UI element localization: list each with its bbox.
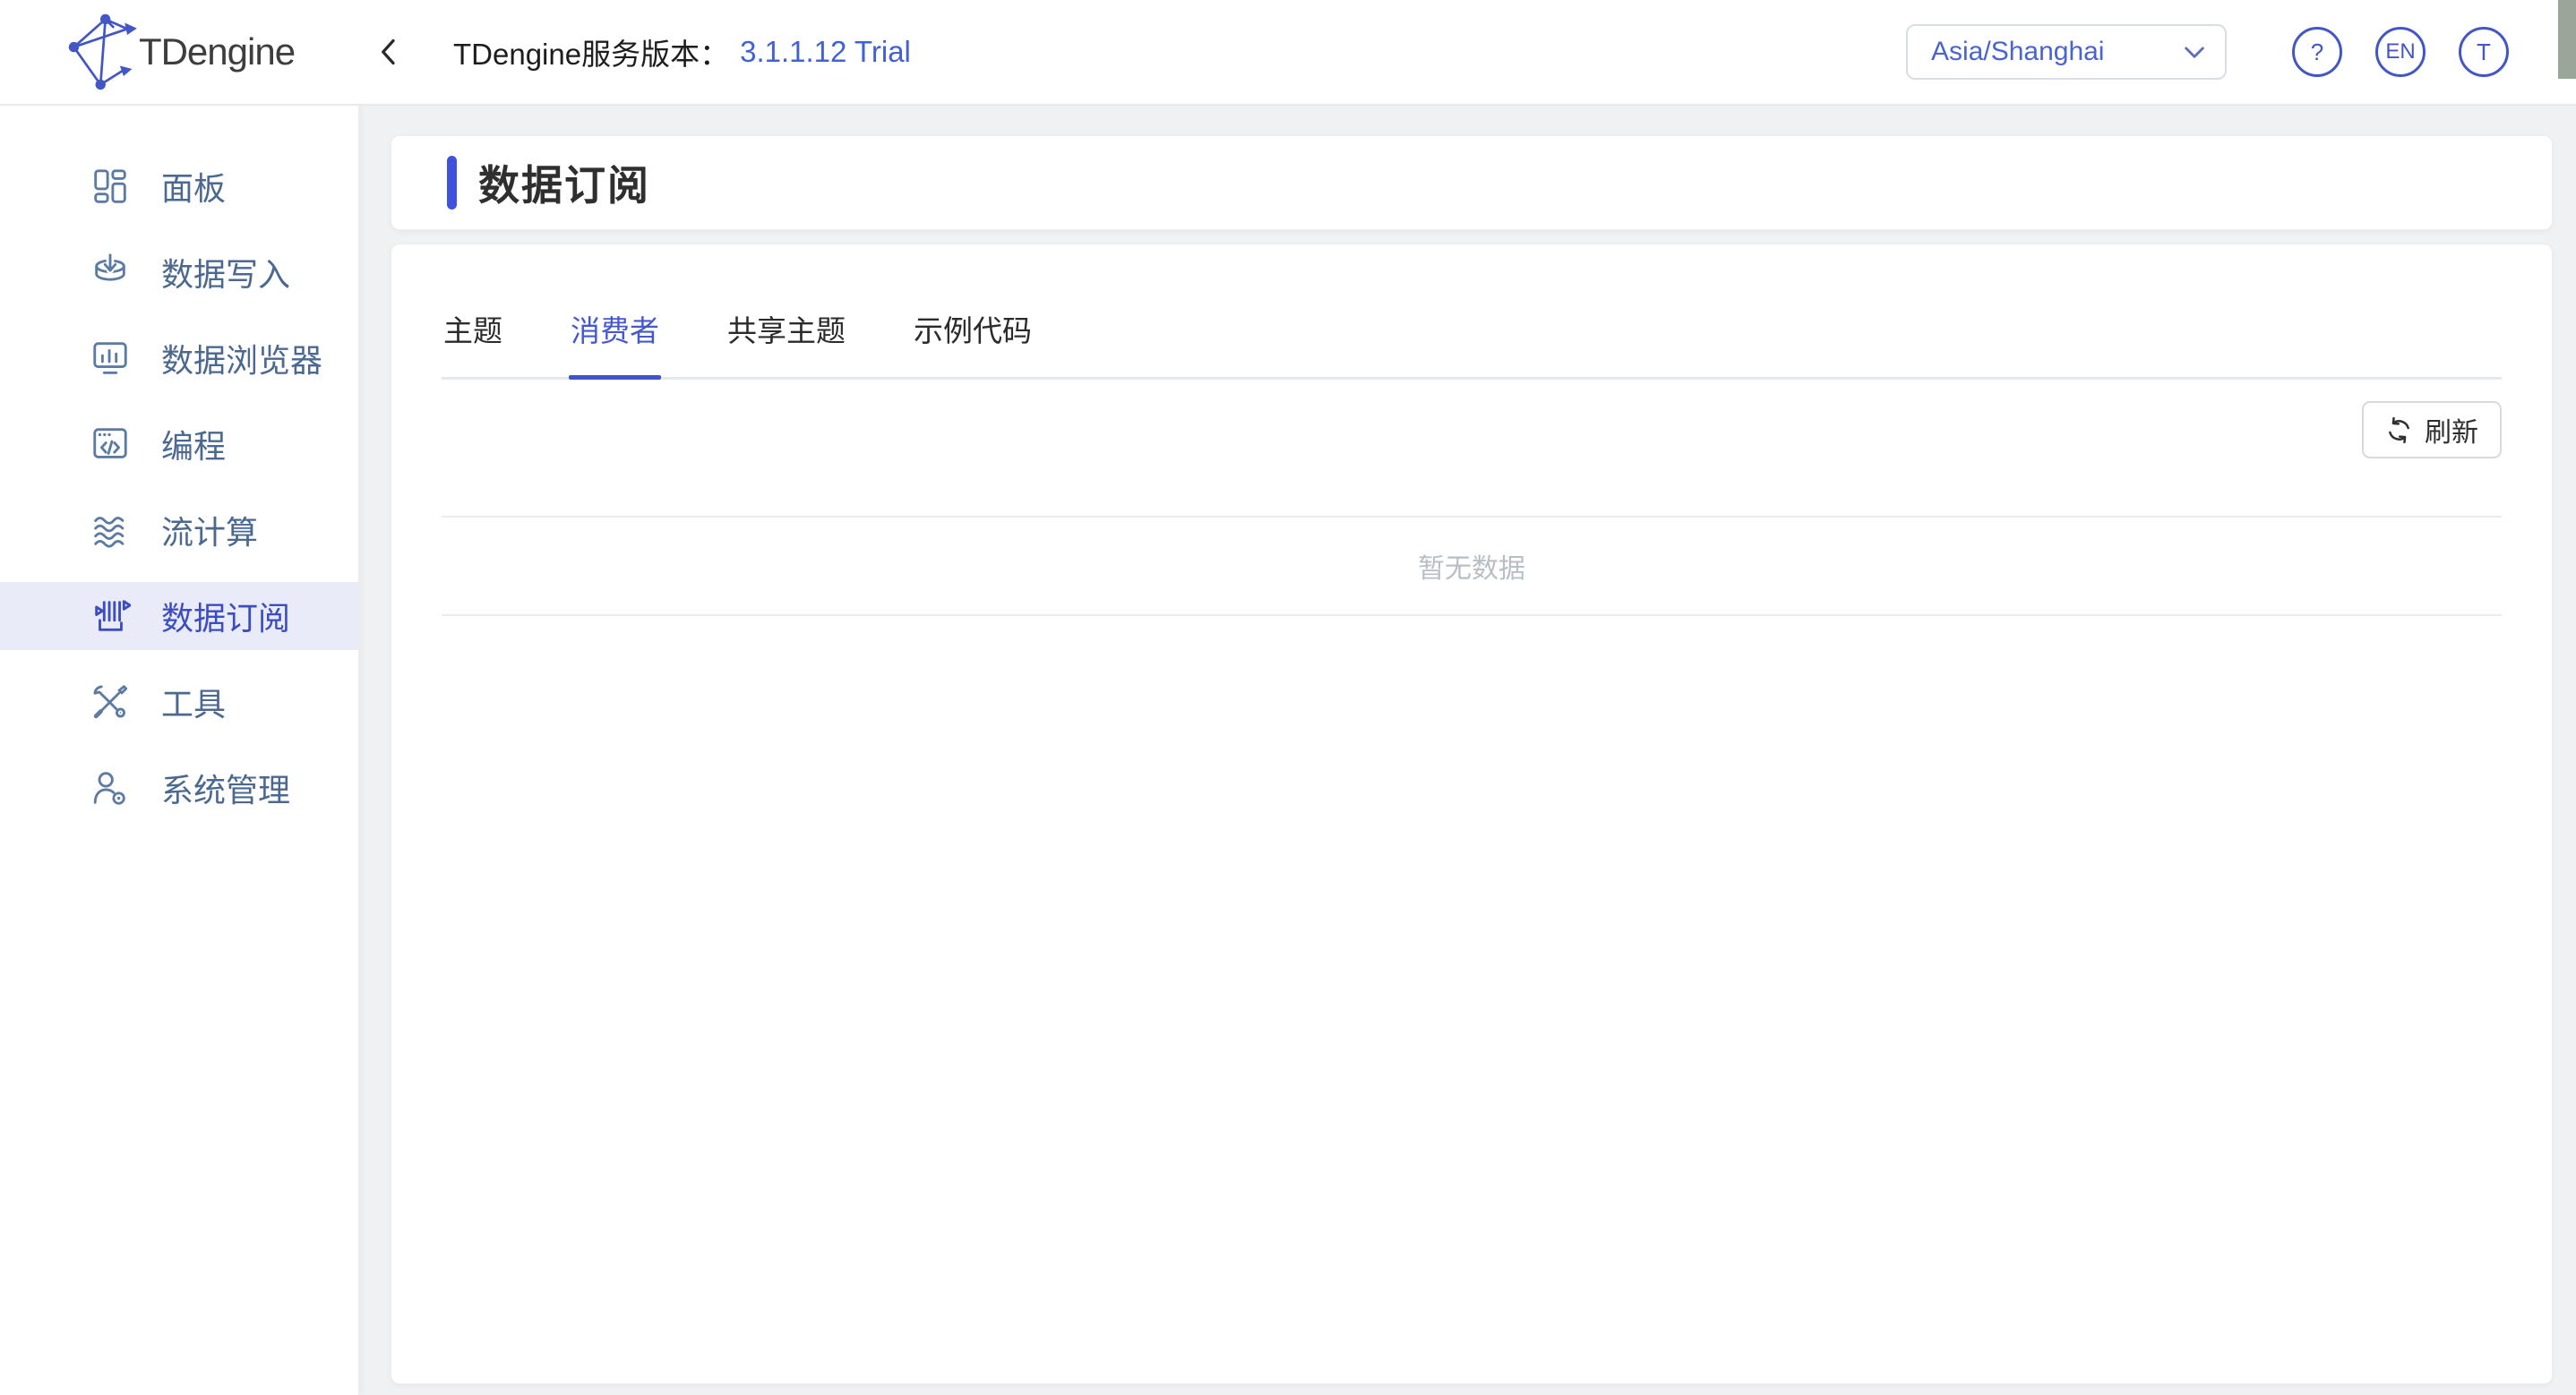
main-content: 数据订阅 主题 消费者 共享主题 示例代码 bbox=[360, 106, 2576, 1395]
table-column-header bbox=[700, 482, 957, 516]
sidebar-item-data-explorer[interactable]: 数据浏览器 bbox=[0, 324, 358, 392]
user-avatar-label: T bbox=[2477, 39, 2491, 66]
table-column-header bbox=[1987, 482, 2245, 516]
sidebar-item-label: 编程 bbox=[161, 421, 226, 467]
sidebar-item-label: 流计算 bbox=[161, 507, 258, 553]
service-version-label: TDengine服务版本： bbox=[453, 30, 729, 73]
programming-icon bbox=[90, 424, 131, 465]
chevron-left-icon bbox=[375, 35, 402, 69]
data-ingest-icon bbox=[90, 252, 131, 293]
data-explorer-icon bbox=[90, 338, 131, 379]
language-button-label: EN bbox=[2385, 39, 2415, 64]
sidebar-item-subscription[interactable]: 数据订阅 bbox=[0, 582, 358, 650]
sidebar-item-label: 数据写入 bbox=[161, 249, 290, 295]
table-column-header bbox=[1215, 482, 1473, 516]
tdengine-logo-icon bbox=[65, 11, 148, 93]
sidebar-item-programming[interactable]: 编程 bbox=[0, 410, 358, 478]
tab-sample-code[interactable]: 示例代码 bbox=[912, 307, 1034, 377]
tab-label: 共享主题 bbox=[727, 314, 846, 347]
tab-bar: 主题 消费者 共享主题 示例代码 bbox=[442, 307, 2502, 380]
tab-label: 主题 bbox=[443, 314, 502, 347]
timezone-selected-value: Asia/Shanghai bbox=[1931, 37, 2104, 67]
service-version-value: 3.1.1.12 Trial bbox=[740, 35, 911, 69]
sidebar-item-system-admin[interactable]: 系统管理 bbox=[0, 754, 358, 822]
language-button[interactable]: EN bbox=[2375, 27, 2426, 77]
sidebar-item-label: 系统管理 bbox=[161, 765, 290, 811]
help-button[interactable]: ? bbox=[2292, 27, 2342, 77]
table-header-row bbox=[442, 482, 2502, 518]
sidebar-item-label: 数据订阅 bbox=[161, 593, 290, 639]
refresh-button-label: 刷新 bbox=[2425, 410, 2478, 449]
table-column-header bbox=[1472, 482, 1730, 516]
subscription-icon bbox=[90, 595, 131, 637]
tab-shared-topics[interactable]: 共享主题 bbox=[726, 307, 847, 377]
sidebar-collapse-button[interactable] bbox=[360, 23, 417, 81]
table-empty-state: 暂无数据 bbox=[442, 518, 2502, 616]
sidebar-item-label: 面板 bbox=[161, 163, 226, 210]
refresh-button[interactable]: 刷新 bbox=[2362, 401, 2502, 458]
page-title-card: 数据订阅 bbox=[391, 135, 2553, 230]
sidebar-item-label: 数据浏览器 bbox=[161, 335, 322, 381]
table-column-header bbox=[1730, 482, 1988, 516]
table-column-header bbox=[957, 482, 1215, 516]
empty-state-text: 暂无数据 bbox=[1418, 546, 1525, 586]
refresh-icon bbox=[2385, 416, 2413, 444]
service-version: TDengine服务版本： 3.1.1.12 Trial bbox=[453, 30, 911, 73]
title-accent-bar bbox=[447, 156, 457, 210]
topbar: TDengine TDengine服务版本： 3.1.1.12 Trial As… bbox=[0, 0, 2576, 106]
dashboard-icon bbox=[90, 166, 131, 207]
sidebar-item-tools[interactable]: 工具 bbox=[0, 668, 358, 736]
logo: TDengine bbox=[0, 11, 360, 93]
scrollbar-thumb[interactable] bbox=[2558, 0, 2576, 79]
sidebar-item-data-ingest[interactable]: 数据写入 bbox=[0, 238, 358, 306]
chevron-down-icon bbox=[2182, 39, 2207, 64]
tab-topics[interactable]: 主题 bbox=[442, 307, 504, 377]
tab-label: 消费者 bbox=[571, 314, 659, 347]
consumers-table: 暂无数据 bbox=[442, 482, 2502, 616]
page-title: 数据订阅 bbox=[478, 153, 650, 212]
tools-icon bbox=[90, 681, 131, 723]
sidebar: 面板 数据写入 数据浏览器 编程 流计算 数据订阅 工具 系统管 bbox=[0, 106, 360, 1395]
tab-label: 示例代码 bbox=[914, 314, 1032, 347]
user-avatar-button[interactable]: T bbox=[2459, 27, 2509, 77]
sidebar-item-dashboard[interactable]: 面板 bbox=[0, 152, 358, 220]
sidebar-item-label: 工具 bbox=[161, 679, 226, 725]
table-column-header bbox=[2245, 482, 2503, 516]
table-column-header bbox=[442, 482, 700, 516]
tab-consumers[interactable]: 消费者 bbox=[569, 307, 661, 377]
sidebar-item-stream[interactable]: 流计算 bbox=[0, 496, 358, 564]
content-card: 主题 消费者 共享主题 示例代码 刷新 bbox=[391, 244, 2553, 1384]
timezone-select[interactable]: Asia/Shanghai bbox=[1906, 24, 2227, 80]
topbar-actions: Asia/Shanghai ? EN T bbox=[1906, 24, 2509, 80]
system-admin-icon bbox=[90, 767, 131, 809]
stream-icon bbox=[90, 509, 131, 551]
logo-text: TDengine bbox=[139, 30, 295, 73]
help-button-label: ? bbox=[2311, 39, 2323, 66]
table-toolbar: 刷新 bbox=[442, 401, 2502, 458]
